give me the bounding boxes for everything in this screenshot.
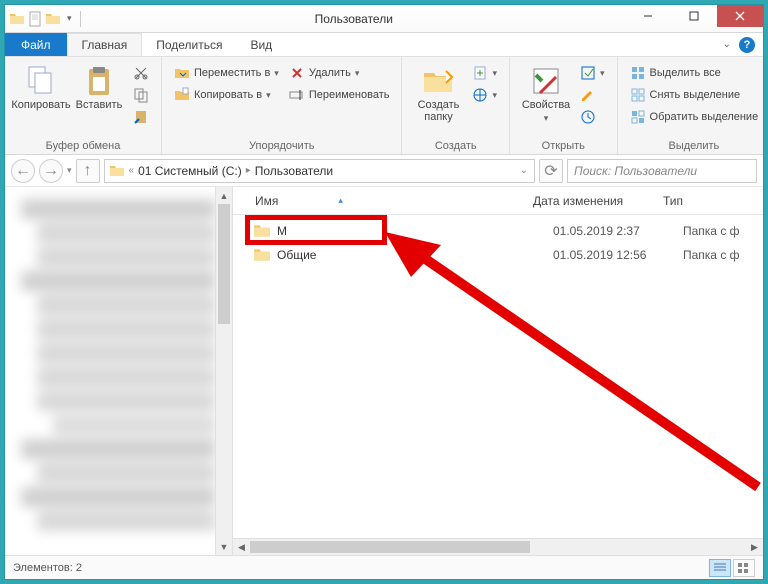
paste-shortcut-button[interactable] [129, 107, 153, 127]
select-none-button[interactable]: Снять выделение [626, 85, 763, 105]
folder-icon [9, 11, 25, 27]
minimize-button[interactable] [625, 5, 671, 27]
rename-button[interactable]: Переименовать [285, 85, 394, 105]
qat: ▾ [5, 11, 83, 27]
close-button[interactable] [717, 5, 763, 27]
horizontal-scrollbar[interactable]: ◀ ▶ [233, 538, 763, 555]
copy-path-button[interactable] [129, 85, 153, 105]
column-name[interactable]: Имя▴ [233, 194, 533, 208]
new-doc-icon[interactable] [27, 11, 43, 27]
breadcrumb[interactable]: « 01 Системный (C:) ▸ Пользователи ⌄ [104, 159, 535, 183]
breadcrumb-item[interactable]: 01 Системный (C:) [138, 164, 242, 178]
clipboard-group-label: Буфер обмена [13, 138, 153, 154]
new-folder-button[interactable]: Создать папку [410, 61, 466, 123]
select-all-button[interactable]: Выделить все [626, 63, 763, 83]
folder-icon[interactable] [45, 11, 61, 27]
tab-view[interactable]: Вид [236, 33, 286, 56]
navbar: ← → ▾ ↑ « 01 Системный (C:) ▸ Пользовате… [5, 155, 763, 187]
history-button[interactable] [576, 107, 609, 127]
history-dropdown-icon[interactable]: ▾ [67, 165, 72, 176]
new-item-button[interactable]: ▾ [468, 63, 501, 83]
refresh-button[interactable]: ⟳ [539, 159, 563, 183]
help-icon[interactable]: ? [739, 37, 755, 53]
file-type: Папка с ф [683, 248, 740, 262]
move-to-button[interactable]: Переместить в▾ [170, 63, 283, 83]
file-type: Папка с ф [683, 224, 740, 238]
sidebar-scrollbar[interactable]: ▲ ▼ [215, 187, 232, 555]
breadcrumb-item[interactable]: Пользователи [255, 164, 333, 178]
search-input[interactable]: Поиск: Пользователи [567, 159, 757, 183]
properties-button[interactable]: Свойства ▾ [518, 61, 574, 124]
file-date: 01.05.2019 2:37 [553, 224, 683, 238]
titlebar: ▾ Пользователи [5, 5, 763, 33]
qat-dropdown-icon[interactable]: ▾ [63, 13, 76, 24]
copy-button[interactable]: Копировать [13, 61, 69, 111]
tab-share[interactable]: Поделиться [142, 33, 236, 56]
file-date: 01.05.2019 12:56 [553, 248, 683, 262]
column-headers: Имя▴ Дата изменения Тип [233, 187, 763, 215]
folder-icon [109, 163, 125, 179]
breadcrumb-dropdown-icon[interactable]: ⌄ [518, 165, 530, 176]
maximize-button[interactable] [671, 5, 717, 27]
folder-icon [253, 222, 271, 240]
invert-selection-button[interactable]: Обратить выделение [626, 107, 763, 127]
column-type[interactable]: Тип [663, 194, 763, 208]
open-group-label: Открыть [518, 138, 609, 154]
up-button[interactable]: ↑ [76, 159, 100, 183]
sidebar[interactable]: ▲ ▼ [5, 187, 233, 555]
details-view-button[interactable] [709, 559, 731, 577]
tab-home[interactable]: Главная [67, 33, 143, 56]
menubar: Файл Главная Поделиться Вид ⌄ ? [5, 33, 763, 57]
list-item[interactable]: M 01.05.2019 2:37 Папка с ф [233, 219, 763, 243]
file-menu[interactable]: Файл [5, 33, 67, 56]
delete-button[interactable]: Удалить▾ [285, 63, 394, 83]
copy-to-button[interactable]: Копировать в▾ [170, 85, 283, 105]
copy-label: Копировать [11, 99, 70, 111]
item-count: Элементов: 2 [13, 562, 82, 574]
paste-label: Вставить [76, 99, 123, 111]
create-group-label: Создать [410, 138, 501, 154]
folder-icon [253, 246, 271, 264]
edit-button[interactable] [576, 85, 609, 105]
forward-button[interactable]: → [39, 159, 63, 183]
open-button[interactable]: ▾ [576, 63, 609, 83]
easy-access-button[interactable]: ▾ [468, 85, 501, 105]
select-group-label: Выделить [626, 138, 763, 154]
window-title: Пользователи [83, 12, 625, 26]
statusbar: Элементов: 2 [5, 555, 763, 579]
organize-group-label: Упорядочить [170, 138, 393, 154]
list-item[interactable]: Общие 01.05.2019 12:56 Папка с ф [233, 243, 763, 267]
paste-button[interactable]: Вставить [71, 61, 127, 111]
explorer-window: ▾ Пользователи Файл Главная Поделиться В… [4, 4, 764, 580]
expand-ribbon-icon[interactable]: ⌄ [723, 39, 731, 50]
icons-view-button[interactable] [733, 559, 755, 577]
sort-asc-icon: ▴ [338, 195, 343, 206]
file-name: Общие [277, 248, 553, 262]
file-name: M [277, 224, 553, 238]
column-date[interactable]: Дата изменения [533, 194, 663, 208]
file-list: Имя▴ Дата изменения Тип M 01.05.2019 2:3… [233, 187, 763, 555]
cut-button[interactable] [129, 63, 153, 83]
properties-label: Свойства [522, 99, 570, 111]
content: ▲ ▼ Имя▴ Дата изменения Тип M 01.05.2019… [5, 187, 763, 555]
back-button[interactable]: ← [11, 159, 35, 183]
new-folder-label: Создать папку [418, 99, 460, 123]
ribbon: Копировать Вставить Буфер обмена Перемес… [5, 57, 763, 155]
